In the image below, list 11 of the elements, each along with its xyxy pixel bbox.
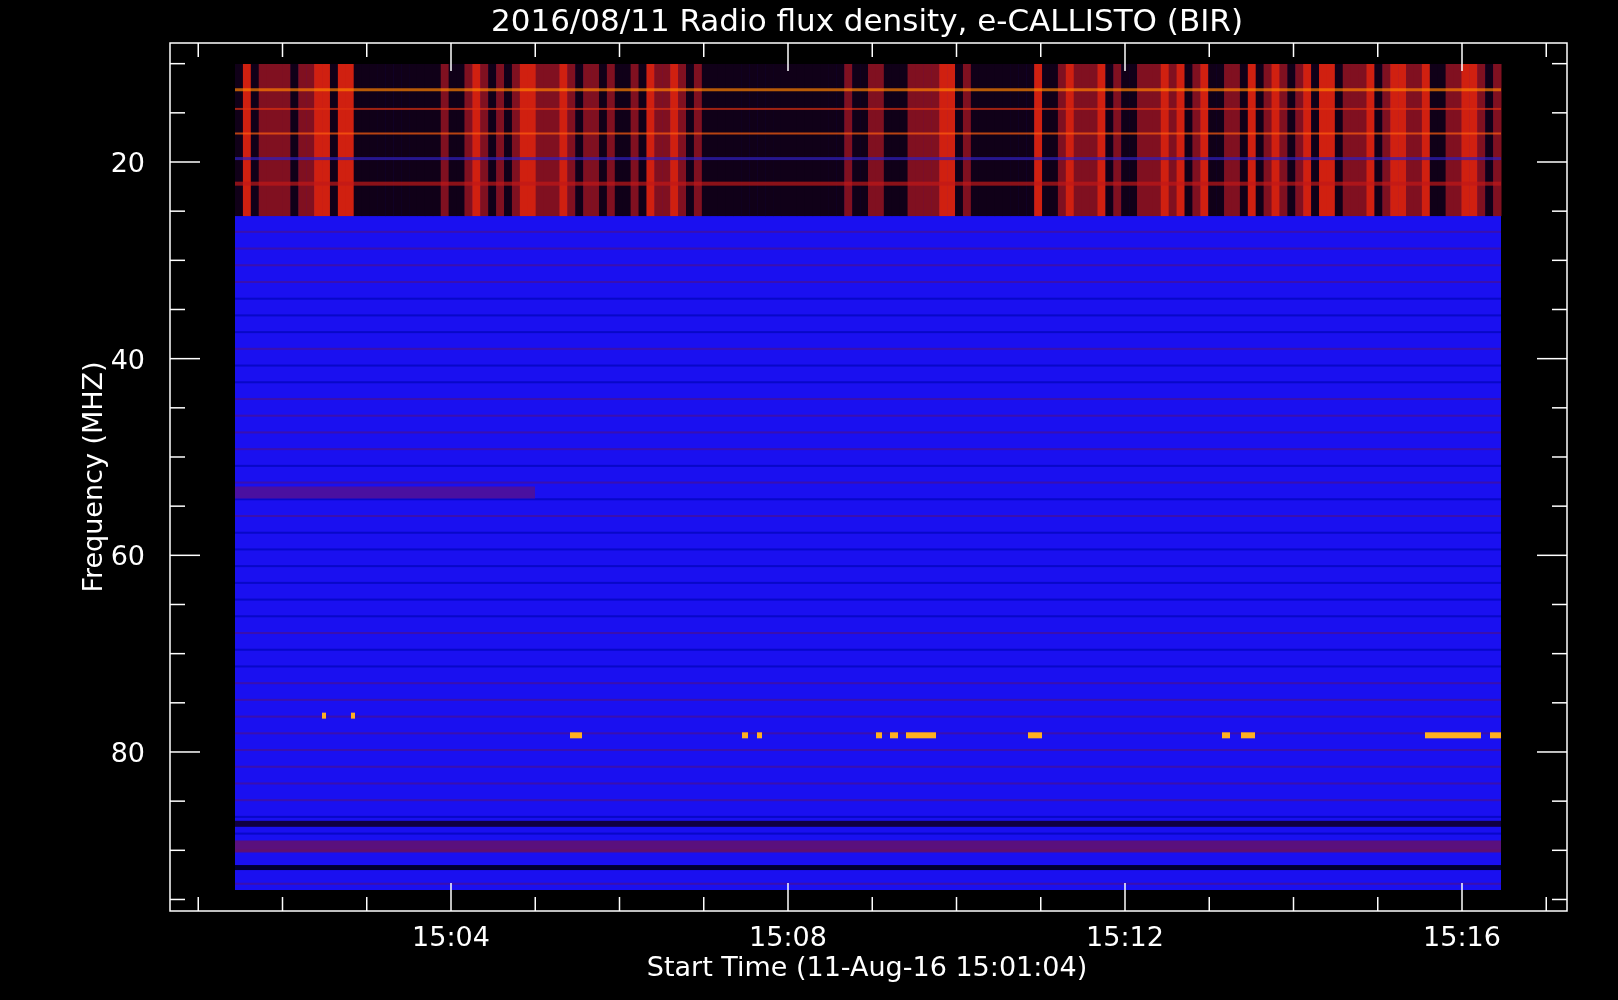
y-tick-label: 60 bbox=[110, 540, 145, 572]
x-tick-label: 15:04 bbox=[412, 921, 490, 952]
x-tick-label: 15:16 bbox=[1423, 921, 1501, 952]
y-tick-label: 80 bbox=[110, 737, 145, 768]
x-axis-label: Start Time (11-Aug-16 15:01:04) bbox=[646, 951, 1088, 982]
y-tick-label: 40 bbox=[110, 343, 145, 375]
x-tick-label: 15:08 bbox=[749, 921, 827, 952]
chart-title: 2016/08/11 Radio flux density, e-CALLISTO (BIR) bbox=[491, 2, 1243, 38]
x-tick-label: 15:12 bbox=[1086, 921, 1164, 952]
y-axis-label: Frequency (MHZ) bbox=[77, 361, 108, 593]
y-tick-label: 20 bbox=[110, 147, 145, 178]
